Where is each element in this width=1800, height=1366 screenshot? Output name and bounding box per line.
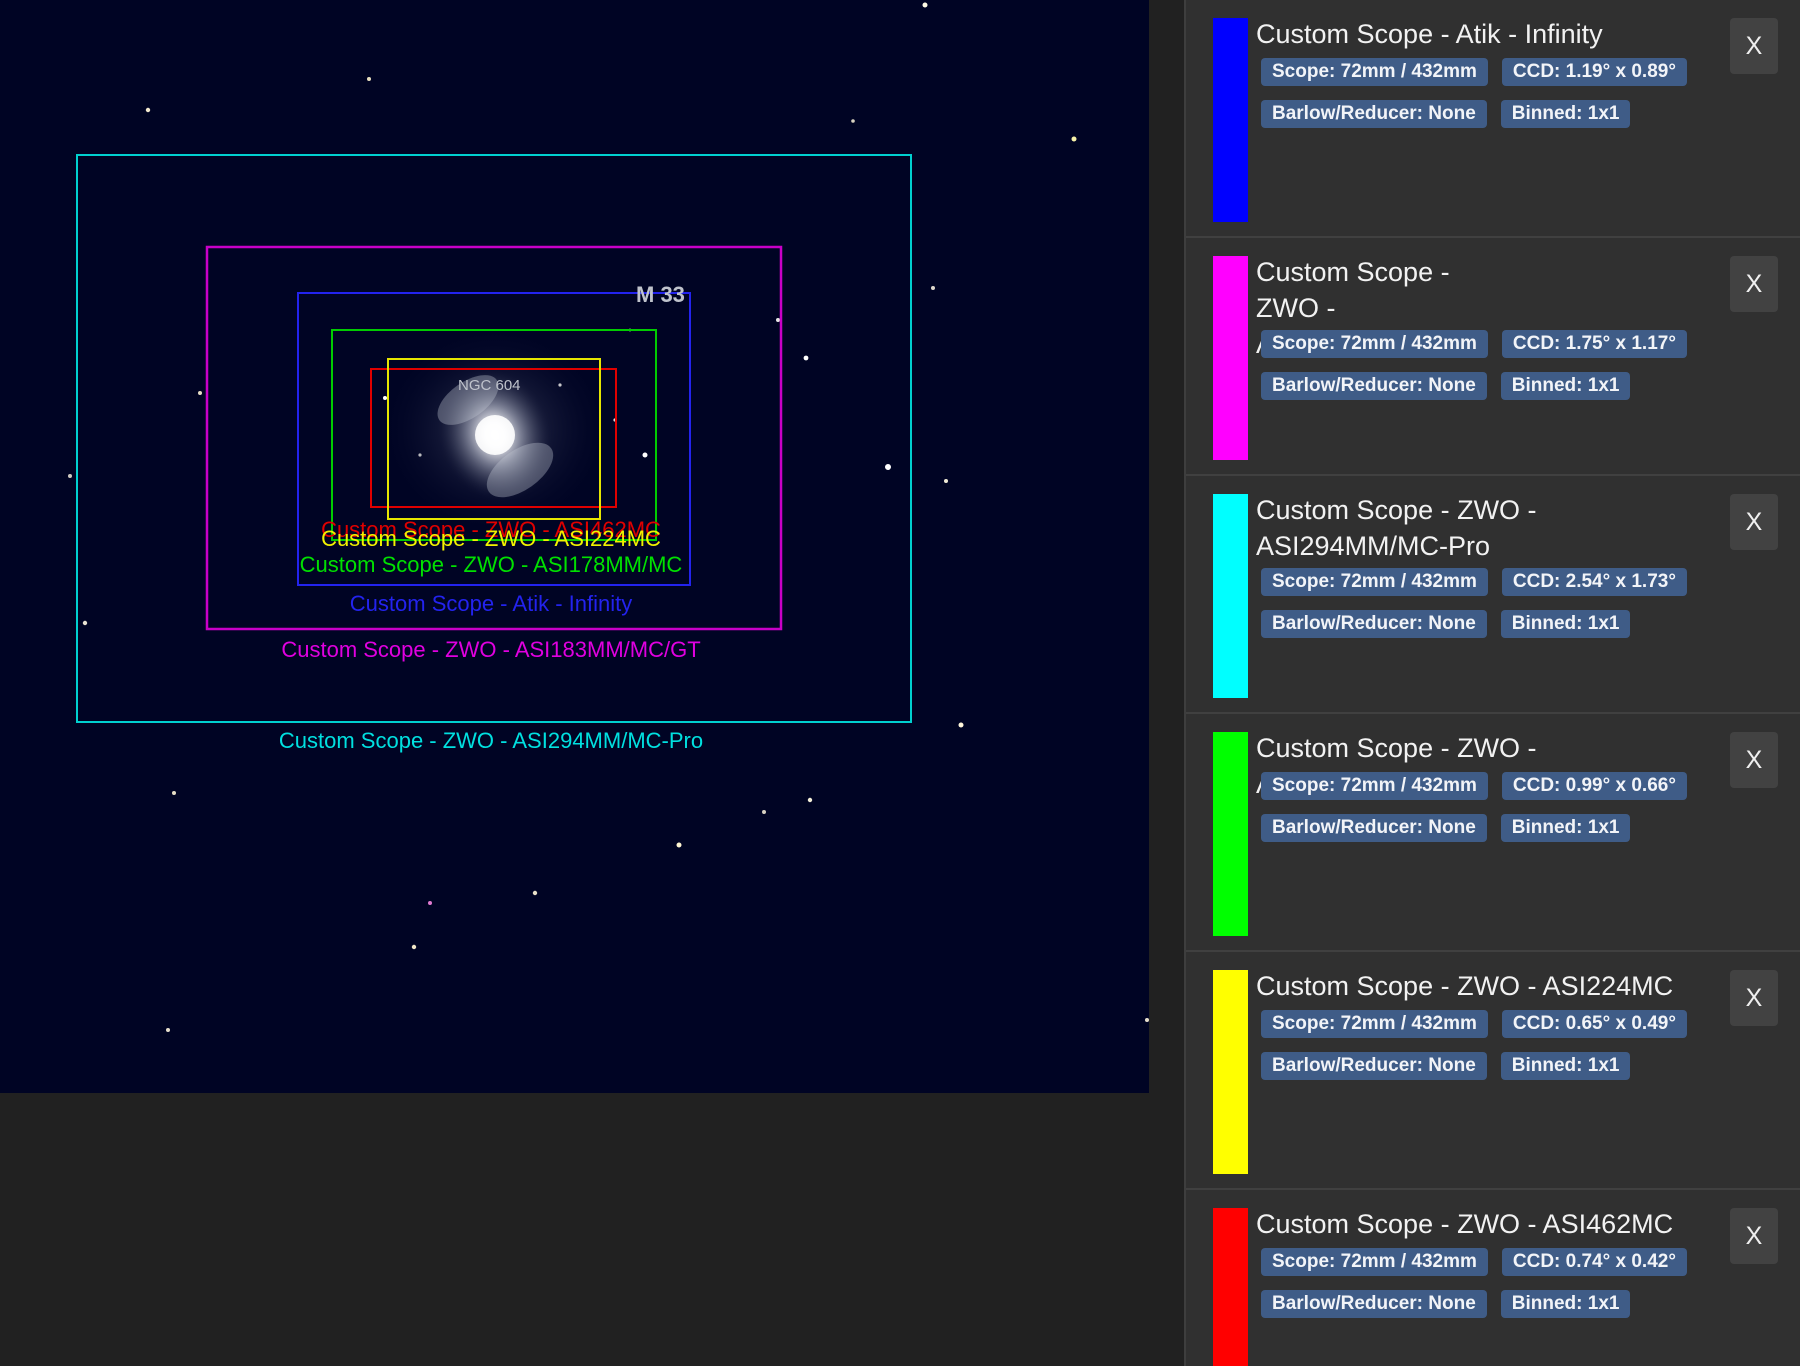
barlow-badge: Barlow/Reducer: None: [1261, 372, 1487, 400]
scope-badge: Scope: 72mm / 432mm: [1261, 58, 1488, 86]
scope-badge: Scope: 72mm / 432mm: [1261, 1248, 1488, 1276]
barlow-badge: Barlow/Reducer: None: [1261, 610, 1487, 638]
color-swatch: [1213, 732, 1248, 936]
barlow-badge: Barlow/Reducer: None: [1261, 814, 1487, 842]
fov-card-atik-infinity: Custom Scope - Atik - Infinity Scope: 72…: [1186, 0, 1800, 238]
fov-card-asi178: Custom Scope - ZWO - ASI178MM/MC Scope: …: [1186, 714, 1800, 952]
binned-badge: Binned: 1x1: [1500, 814, 1631, 842]
card-title: Custom Scope - Atik - Infinity: [1256, 19, 1603, 49]
remove-button[interactable]: X: [1730, 1208, 1778, 1264]
fov-card-asi224: Custom Scope - ZWO - ASI224MC Scope: 72m…: [1186, 952, 1800, 1190]
galaxy-image: [380, 325, 610, 535]
card-title: Custom Scope - ZWO - ASI224MC: [1256, 971, 1674, 1001]
scope-badge: Scope: 72mm / 432mm: [1261, 772, 1488, 800]
ccd-badge: CCD: 1.19° x 0.89°: [1501, 58, 1687, 86]
color-swatch: [1213, 18, 1248, 222]
object-label-ngc604: NGC 604: [458, 377, 521, 394]
scope-badge: Scope: 72mm / 432mm: [1261, 568, 1488, 596]
remove-button[interactable]: X: [1730, 494, 1778, 550]
ccd-badge: CCD: 0.74° x 0.42°: [1501, 1248, 1687, 1276]
fov-label-asi224: Custom Scope - ZWO - ASI224MC: [321, 526, 661, 551]
fov-card-asi294: Custom Scope - ZWO - ASI294MM/MC-Pro Sco…: [1186, 476, 1800, 714]
fov-label-asi178: Custom Scope - ZWO - ASI178MM/MC: [300, 552, 683, 577]
object-label-m33: M 33: [636, 282, 685, 307]
scope-badge: Scope: 72mm / 432mm: [1261, 330, 1488, 358]
sky-view[interactable]: M 33 NGC 604 Custom Scope - ZWO - ASI462…: [0, 0, 1149, 1093]
barlow-badge: Barlow/Reducer: None: [1261, 1290, 1487, 1318]
color-swatch: [1213, 970, 1248, 1174]
card-title: Custom Scope - ZWO - ASI294MM/MC-Pro: [1256, 495, 1537, 561]
sky-map[interactable]: M 33 NGC 604 Custom Scope - ZWO - ASI462…: [0, 0, 1149, 1093]
fov-label-atik: Custom Scope - Atik - Infinity: [350, 591, 632, 616]
fov-list-panel: Custom Scope - Atik - Infinity Scope: 72…: [1184, 0, 1800, 1366]
binned-badge: Binned: 1x1: [1500, 610, 1631, 638]
card-title: Custom Scope - ZWO - ASI462MC: [1256, 1209, 1674, 1239]
binned-badge: Binned: 1x1: [1500, 1290, 1631, 1318]
fov-label-asi294: Custom Scope - ZWO - ASI294MM/MC-Pro: [279, 728, 703, 753]
ccd-badge: CCD: 0.65° x 0.49°: [1501, 1010, 1687, 1038]
barlow-badge: Barlow/Reducer: None: [1261, 1052, 1487, 1080]
barlow-badge: Barlow/Reducer: None: [1261, 100, 1487, 128]
color-swatch: [1213, 256, 1248, 460]
ccd-badge: CCD: 1.75° x 1.17°: [1501, 330, 1687, 358]
ccd-badge: CCD: 2.54° x 1.73°: [1501, 568, 1687, 596]
ccd-badge: CCD: 0.99° x 0.66°: [1501, 772, 1687, 800]
color-swatch: [1213, 1208, 1248, 1366]
fov-card-asi462: Custom Scope - ZWO - ASI462MC Scope: 72m…: [1186, 1190, 1800, 1366]
remove-button[interactable]: X: [1730, 970, 1778, 1026]
remove-button[interactable]: X: [1730, 256, 1778, 312]
fov-labels: Custom Scope - ZWO - ASI462MC Custom Sco…: [279, 517, 703, 753]
remove-button[interactable]: X: [1730, 18, 1778, 74]
remove-button[interactable]: X: [1730, 732, 1778, 788]
binned-badge: Binned: 1x1: [1500, 100, 1631, 128]
color-swatch: [1213, 494, 1248, 698]
fov-card-asi183: Custom Scope - ZWO - ASI183MM/MC/GT Scop…: [1186, 238, 1800, 476]
binned-badge: Binned: 1x1: [1500, 1052, 1631, 1080]
binned-badge: Binned: 1x1: [1500, 372, 1631, 400]
fov-label-asi183: Custom Scope - ZWO - ASI183MM/MC/GT: [281, 637, 700, 662]
scope-badge: Scope: 72mm / 432mm: [1261, 1010, 1488, 1038]
